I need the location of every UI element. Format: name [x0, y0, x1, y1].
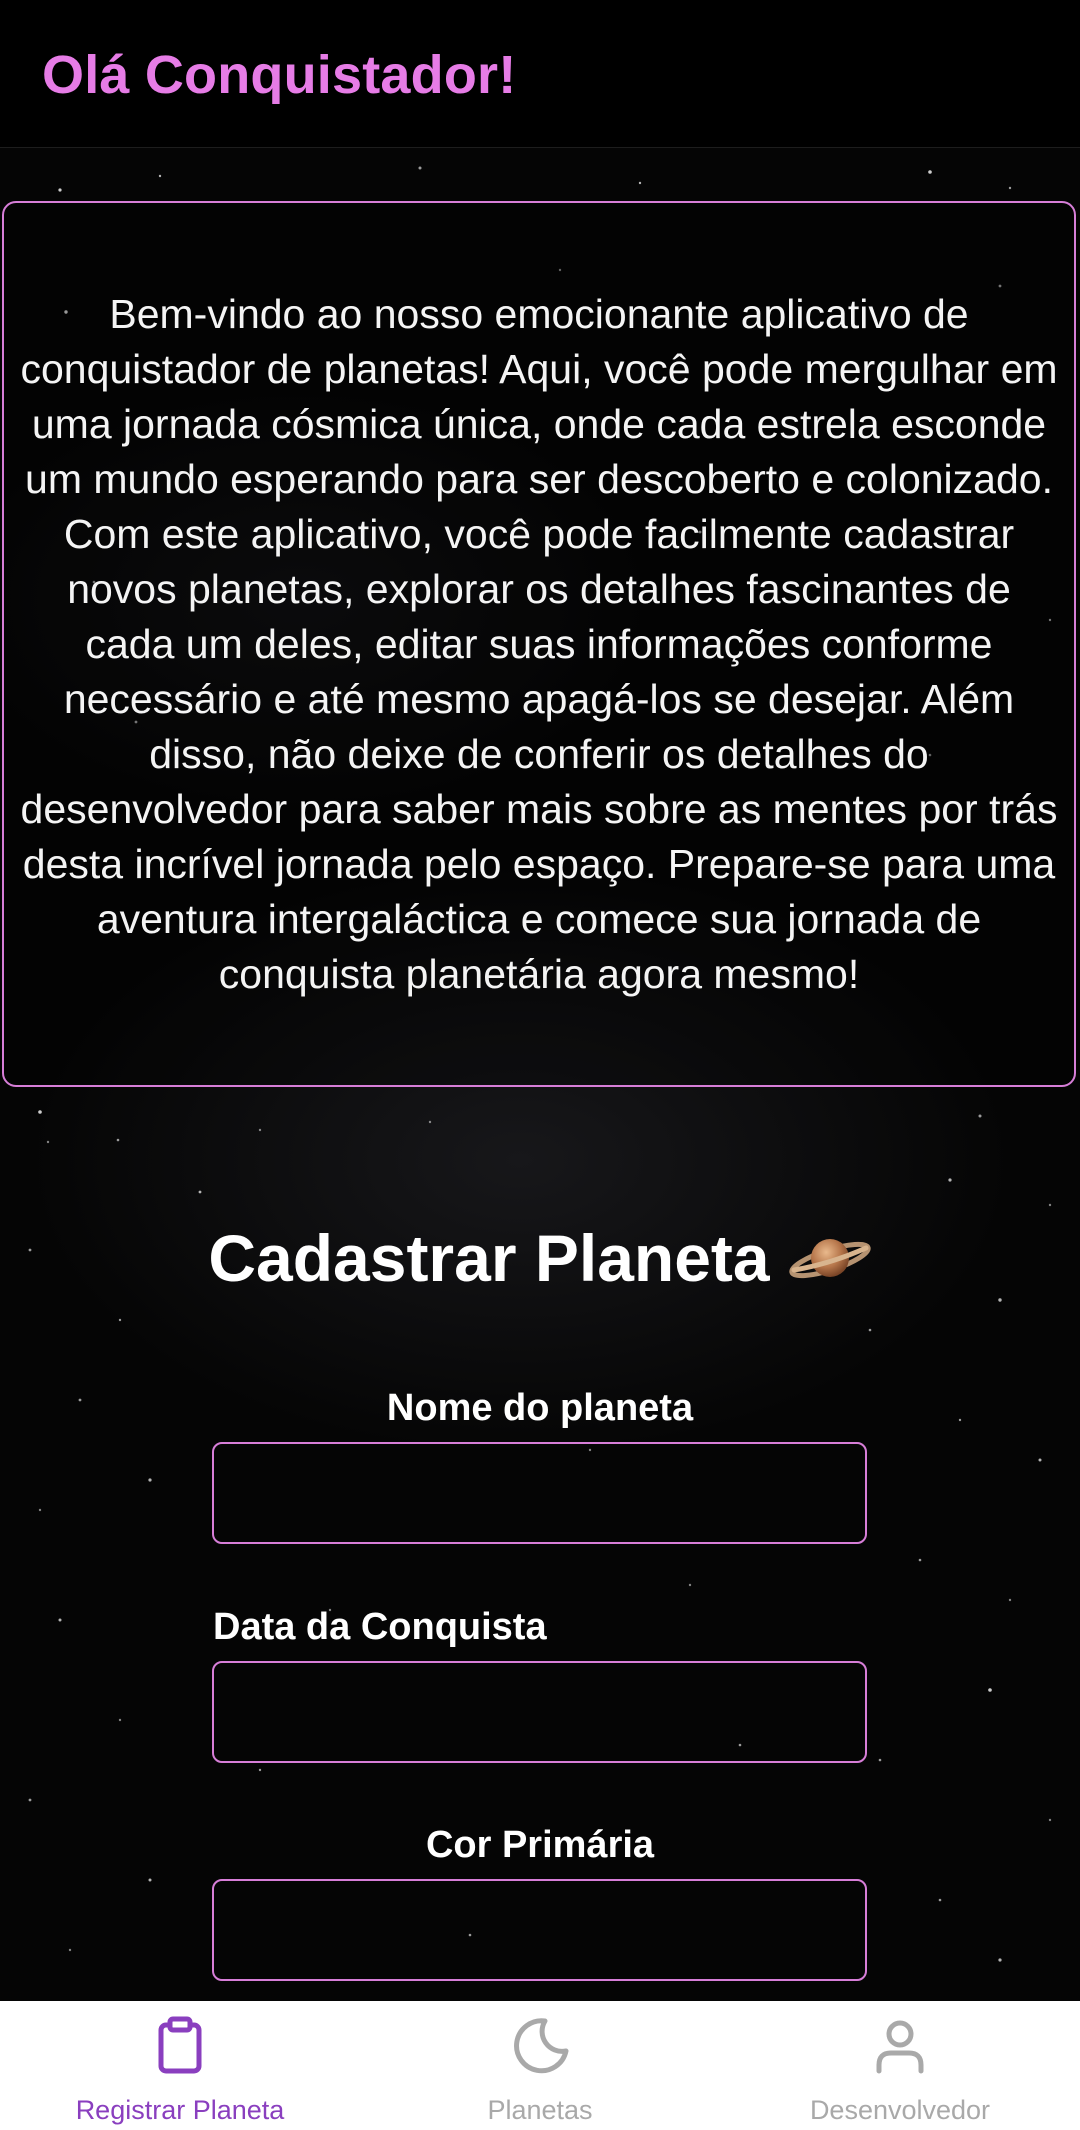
ringed-planet-icon: [788, 1239, 871, 1279]
tab-label: Desenvolvedor: [809, 2095, 991, 2125]
primary-color-label: Cor Primária: [425, 1824, 655, 1866]
form-title: Cadastrar Planeta: [208, 1221, 770, 1295]
primary-color-input[interactable]: [212, 1879, 867, 1981]
welcome-text: Bem-vindo ao nosso emocionante aplicativ…: [20, 290, 1058, 997]
moon-icon: [514, 2018, 569, 2074]
clipboard-icon: [158, 2016, 202, 2074]
tab-registrar-planeta[interactable]: Registrar Planeta: [0, 2001, 360, 2130]
tab-label: Planetas: [487, 2095, 593, 2125]
welcome-card: Bem-vindo ao nosso emocionante aplicativ…: [2, 201, 1076, 1087]
greeting-title: Olá Conquistador!: [42, 45, 517, 105]
tab-desenvolvedor[interactable]: Desenvolvedor: [720, 2001, 1080, 2130]
planet-name-input[interactable]: [212, 1442, 867, 1544]
tab-planetas[interactable]: Planetas: [360, 2001, 720, 2130]
person-icon: [876, 2020, 924, 2074]
app-header: Olá Conquistador!: [0, 0, 1080, 148]
planet-name-label: Nome do planeta: [386, 1387, 694, 1429]
bottom-tab-bar: Registrar Planeta Planetas Desenvolvedor: [0, 2001, 1080, 2130]
conquest-date-input[interactable]: [212, 1661, 867, 1763]
app-screen: Olá Conquistador! Bem-vindo ao nosso emo…: [0, 0, 1080, 2130]
tab-label: Registrar Planeta: [75, 2095, 285, 2125]
form-header: Cadastrar Planeta: [0, 1218, 1080, 1298]
conquest-date-label: Data da Conquista: [213, 1606, 547, 1648]
